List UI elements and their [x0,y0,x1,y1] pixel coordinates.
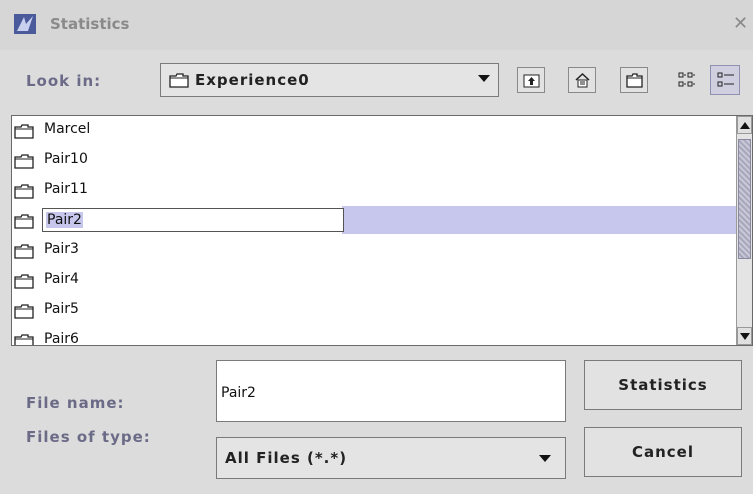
files-of-type-value: All Files (*.*) [225,449,348,467]
look-in-label: Look in: [26,72,102,90]
new-folder-button[interactable] [620,67,648,93]
statistics-button[interactable]: Statistics [584,360,742,410]
file-name: Pair4 [44,271,79,287]
cancel-button[interactable]: Cancel [584,427,742,477]
file-name-label: File name: [26,394,125,412]
folder-icon [14,184,34,199]
file-name: Pair3 [44,241,79,257]
folder-icon [14,304,34,319]
look-in-value: Experience0 [195,71,310,89]
list-view-button[interactable] [672,65,702,95]
files-of-type-combo[interactable]: All Files (*.*) [216,437,566,479]
rename-text: Pair2 [46,212,83,228]
title-bar: Statistics ✕ [0,0,753,50]
folder-icon [14,154,34,169]
scroll-up-button[interactable] [737,116,752,134]
file-name-input[interactable]: Pair2 [216,360,566,422]
up-folder-button[interactable] [517,67,545,93]
scroll-down-button[interactable] [737,327,752,345]
list-item[interactable]: Pair11 [12,176,736,204]
file-name: Pair10 [44,151,88,167]
look-in-combo[interactable]: Experience0 [160,63,499,97]
scroll-thumb[interactable] [738,139,751,259]
vertical-scrollbar[interactable] [736,116,752,345]
folder-icon [169,73,189,88]
selection-highlight [342,206,736,234]
list-item[interactable]: Pair5 [12,296,736,324]
folder-icon [14,334,34,345]
window-title: Statistics [50,15,130,33]
list-item[interactable]: Pair4 [12,266,736,294]
chevron-down-icon[interactable] [539,455,551,462]
new-folder-icon [626,73,643,88]
file-name: Pair6 [44,331,79,346]
details-view-icon [717,72,734,87]
home-button[interactable] [568,67,596,93]
app-logo-icon [14,14,36,34]
file-list[interactable]: Marcel Pair10 Pair11 Pair2 Pair3 Pair4 P… [11,115,753,346]
rename-field[interactable]: Pair2 [42,208,344,232]
chevron-down-icon[interactable] [478,75,490,82]
list-item[interactable]: Pair10 [12,146,736,174]
file-name-value: Pair2 [221,385,256,401]
close-icon[interactable]: ✕ [733,14,748,34]
file-name: Marcel [44,121,91,137]
home-icon [575,72,590,88]
up-folder-icon [523,74,540,88]
list-item-selected[interactable]: Pair2 [12,206,344,234]
files-of-type-label: Files of type: [26,428,151,446]
arrow-down-icon [740,333,750,340]
list-view-icon [678,72,695,87]
file-name: Pair11 [44,181,88,197]
arrow-up-icon [740,122,750,129]
folder-icon [14,124,34,139]
list-item[interactable]: Marcel [12,116,736,144]
list-item[interactable]: Pair3 [12,236,736,264]
folder-icon [14,214,34,229]
list-item[interactable]: Pair6 [12,326,736,346]
file-name: Pair5 [44,301,79,317]
folder-icon [14,274,34,289]
folder-icon [14,244,34,259]
details-view-button[interactable] [710,65,740,95]
